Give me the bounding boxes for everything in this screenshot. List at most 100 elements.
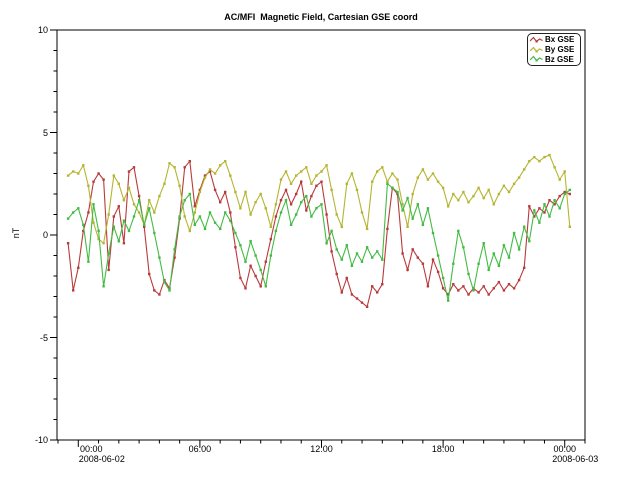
series-marker [508, 283, 510, 285]
series-marker [209, 211, 211, 213]
series-marker [503, 185, 505, 187]
series-marker [371, 285, 373, 287]
series-marker [366, 306, 368, 308]
series-marker [548, 154, 550, 156]
series-marker [538, 207, 540, 209]
series-marker [310, 215, 312, 217]
series-marker [366, 228, 368, 230]
series-marker [224, 211, 226, 213]
series-marker [148, 207, 150, 209]
series-marker [442, 187, 444, 189]
series-line-bx [68, 161, 570, 307]
series-marker [493, 252, 495, 254]
series-marker [87, 261, 89, 263]
x-date-label: 2008-06-02 [79, 454, 149, 464]
series-marker [77, 172, 79, 174]
series-marker [184, 199, 186, 201]
series-marker [280, 199, 282, 201]
series-marker [371, 256, 373, 258]
legend-item-label: Bz GSE [545, 55, 574, 64]
series-marker [275, 215, 277, 217]
series-marker [330, 189, 332, 191]
x-tick-label: 18:00 [423, 444, 463, 454]
series-marker [184, 166, 186, 168]
series-marker [295, 213, 297, 215]
series-marker [396, 178, 398, 180]
series-marker [553, 166, 555, 168]
series-line-bz [68, 184, 570, 301]
series-marker [553, 199, 555, 201]
series-marker [493, 203, 495, 205]
series-marker [219, 164, 221, 166]
series-marker [138, 211, 140, 213]
series-marker [118, 183, 120, 185]
series-marker [498, 193, 500, 195]
series-marker [366, 246, 368, 248]
legend-item-label: Bx GSE [545, 35, 574, 44]
series-marker [87, 185, 89, 187]
series-marker [249, 240, 251, 242]
legend-line-sample-icon [530, 46, 543, 54]
series-marker [528, 205, 530, 207]
series-marker [483, 285, 485, 287]
series-marker [513, 183, 515, 185]
series-marker [123, 242, 125, 244]
series-marker [341, 258, 343, 260]
series-marker [447, 299, 449, 301]
series-marker [401, 252, 403, 254]
series-marker [199, 191, 201, 193]
series-marker [437, 271, 439, 273]
series-marker [239, 277, 241, 279]
series-marker [265, 261, 267, 263]
series-marker [214, 189, 216, 191]
series-marker [386, 183, 388, 185]
series-marker [254, 275, 256, 277]
series-marker [320, 170, 322, 172]
series-marker [300, 181, 302, 183]
series-marker [371, 181, 373, 183]
series-marker [417, 256, 419, 258]
series-marker [148, 273, 150, 275]
series-marker [417, 176, 419, 178]
series-marker [315, 207, 317, 209]
series-marker [118, 205, 120, 207]
series-marker [102, 285, 104, 287]
series-marker [229, 220, 231, 222]
series-marker [467, 293, 469, 295]
series-marker [244, 261, 246, 263]
series-marker [401, 203, 403, 205]
series-marker [356, 297, 358, 299]
series-marker [295, 193, 297, 195]
series-marker [462, 191, 464, 193]
series-marker [488, 293, 490, 295]
series-marker [564, 193, 566, 195]
series-marker [168, 289, 170, 291]
series-marker [315, 174, 317, 176]
series-marker [280, 211, 282, 213]
series-marker [97, 172, 99, 174]
series-marker [305, 195, 307, 197]
series-marker [102, 242, 104, 244]
series-marker [543, 211, 545, 213]
series-marker [239, 207, 241, 209]
series-marker [503, 289, 505, 291]
x-tick-label: 12:00 [302, 444, 342, 454]
series-marker [386, 181, 388, 183]
series-marker [437, 254, 439, 256]
series-marker [234, 232, 236, 234]
series-marker [518, 279, 520, 281]
series-marker [118, 240, 120, 242]
series-marker [184, 215, 186, 217]
series-marker [275, 203, 277, 205]
series-marker [214, 172, 216, 174]
series-marker [336, 248, 338, 250]
series-marker [477, 263, 479, 265]
series-marker [204, 228, 206, 230]
series-marker [513, 287, 515, 289]
series-marker [133, 215, 135, 217]
series-marker [163, 183, 165, 185]
series-marker [518, 248, 520, 250]
series-marker [67, 242, 69, 244]
series-marker [128, 170, 130, 172]
series-marker [219, 228, 221, 230]
